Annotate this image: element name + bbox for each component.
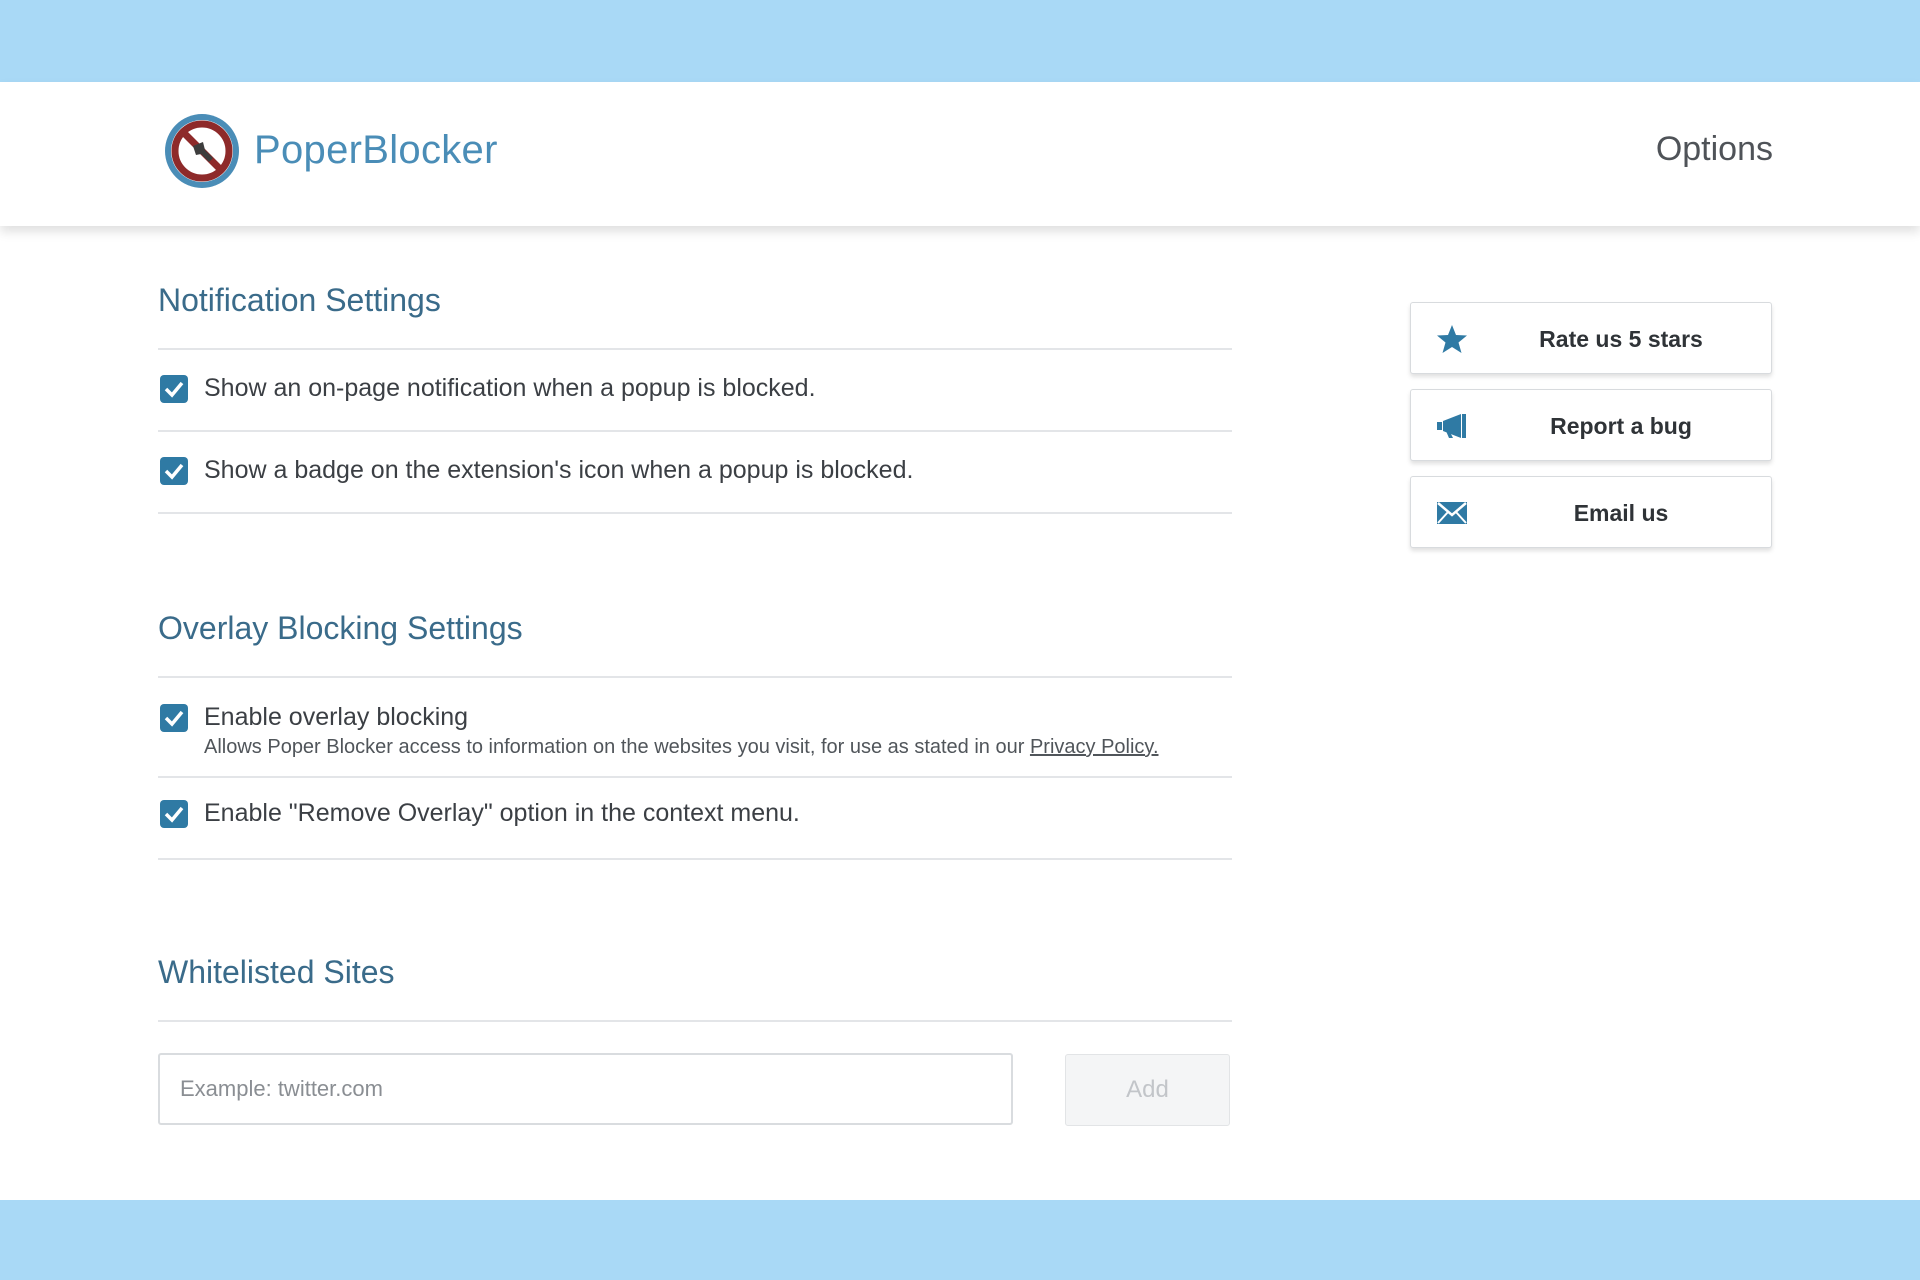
rate-us-button[interactable]: Rate us 5 stars (1410, 302, 1772, 374)
megaphone-icon (1437, 414, 1466, 438)
overlay-blocking-description: Allows Poper Blocker access to informati… (204, 736, 1159, 759)
badge-notification-checkbox[interactable] (160, 457, 188, 485)
whitelist-site-input[interactable] (158, 1053, 1013, 1125)
email-us-label: Email us (1573, 500, 1669, 526)
no-popup-logo-icon (165, 114, 239, 188)
add-site-button[interactable]: Add (1065, 1054, 1230, 1126)
notification-onpage-row[interactable]: Show an on-page notification when a popu… (158, 364, 1232, 430)
brand-name: PoperBlocker (254, 128, 498, 172)
report-bug-button[interactable]: Report a bug (1410, 389, 1772, 461)
header: PoperBlocker Options (0, 82, 1920, 226)
options-link[interactable]: Options (1656, 130, 1773, 169)
email-us-button[interactable]: Email us (1410, 476, 1772, 548)
divider (158, 776, 1232, 778)
divider (158, 858, 1232, 860)
star-icon (1437, 325, 1467, 353)
report-bug-label: Report a bug (1550, 413, 1692, 439)
privacy-policy-link[interactable]: Privacy Policy. (1030, 736, 1159, 758)
remove-overlay-label: Enable "Remove Overlay" option in the co… (204, 799, 800, 827)
onpage-notification-label: Show an on-page notification when a popu… (204, 374, 816, 402)
divider (158, 1020, 1232, 1022)
rate-us-label: Rate us 5 stars (1539, 326, 1703, 352)
badge-notification-label: Show a badge on the extension's icon whe… (204, 456, 914, 484)
top-band (0, 0, 1920, 82)
remove-overlay-row[interactable]: Enable "Remove Overlay" option in the co… (158, 792, 1232, 858)
overlay-blocking-checkbox[interactable] (160, 704, 188, 732)
overlay-description-text: Allows Poper Blocker access to informati… (204, 736, 1025, 758)
remove-overlay-checkbox[interactable] (160, 800, 188, 828)
notification-settings-title: Notification Settings (158, 282, 441, 318)
divider (158, 348, 1232, 350)
notification-badge-row[interactable]: Show a badge on the extension's icon whe… (158, 446, 1232, 512)
divider (158, 676, 1232, 678)
overlay-blocking-label: Enable overlay blocking (204, 703, 469, 731)
onpage-notification-checkbox[interactable] (160, 375, 188, 403)
divider (158, 512, 1232, 514)
whitelisted-sites-title: Whitelisted Sites (158, 954, 395, 990)
divider (158, 430, 1232, 432)
envelope-icon (1437, 502, 1467, 524)
bottom-band (0, 1200, 1920, 1280)
overlay-settings-title: Overlay Blocking Settings (158, 610, 523, 646)
overlay-blocking-row[interactable]: Enable overlay blocking Allows Poper Blo… (158, 694, 1232, 776)
